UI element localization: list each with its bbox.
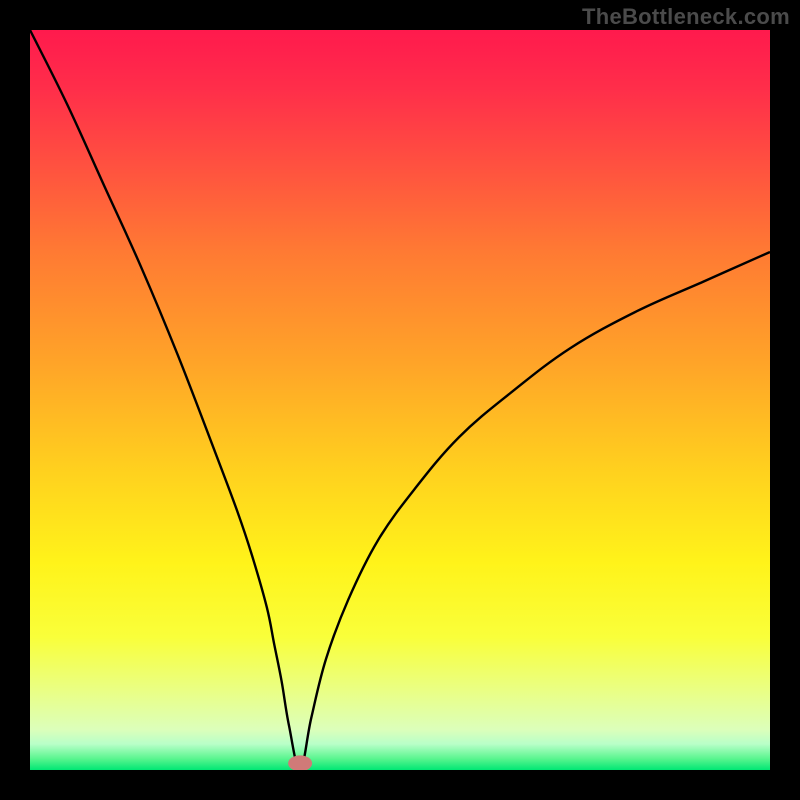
bottleneck-chart	[30, 30, 770, 770]
chart-frame: TheBottleneck.com	[0, 0, 800, 800]
watermark-text: TheBottleneck.com	[582, 4, 790, 30]
gradient-background	[30, 30, 770, 770]
plot-area	[30, 30, 770, 770]
